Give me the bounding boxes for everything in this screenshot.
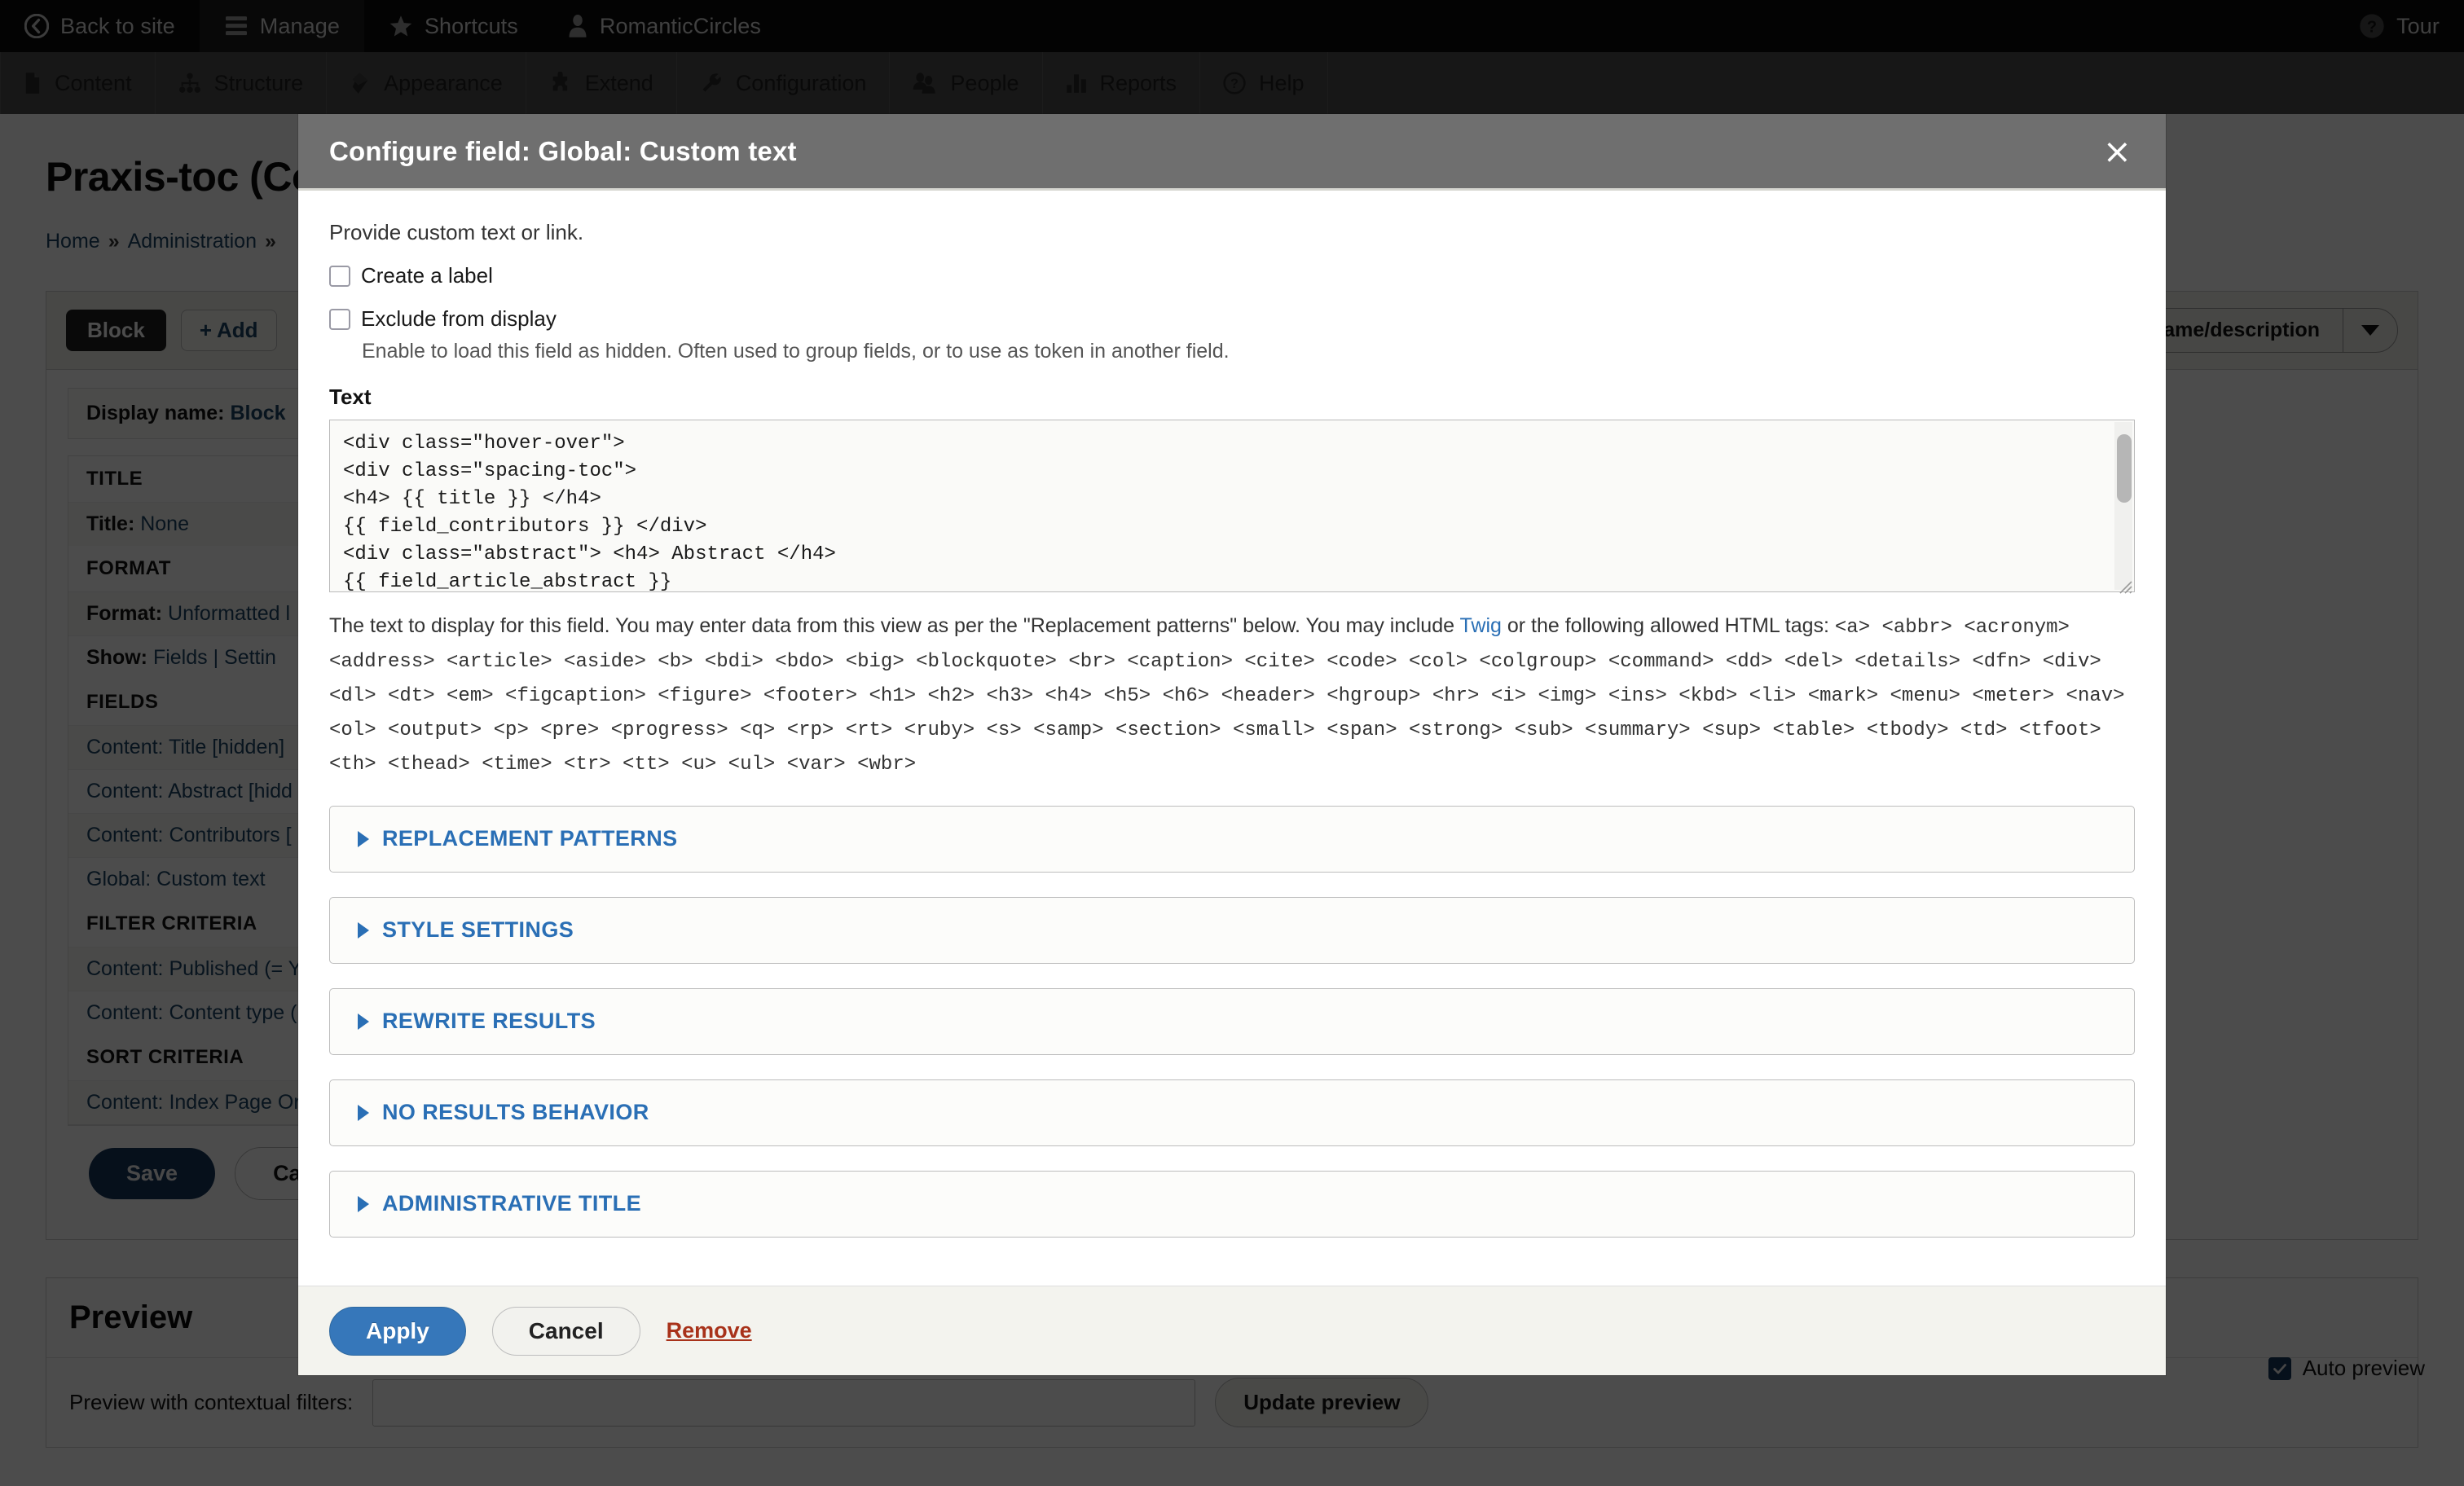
create-label-text: Create a label: [361, 263, 493, 288]
collapsible-replacement-patterns[interactable]: REPLACEMENT PATTERNS: [329, 805, 2135, 873]
text-field-label: Text: [329, 385, 372, 409]
collapsible-no-results-behavior[interactable]: NO RESULTS BEHAVIOR: [329, 1079, 2135, 1146]
exclude-help-text: Enable to load this field as hidden. Oft…: [362, 340, 1230, 363]
resize-grip-icon[interactable]: [2115, 577, 2133, 595]
allowed-tags-help: The text to display for this field. You …: [329, 609, 2135, 781]
create-label-checkbox-row[interactable]: Create a label: [329, 263, 2135, 288]
create-label-checkbox[interactable]: [329, 265, 350, 287]
dialog-body: Provide custom text or link. Create a la…: [298, 191, 2166, 1286]
triangle-right-icon: [358, 830, 369, 847]
collapsible-label: NO RESULTS BEHAVIOR: [382, 1100, 649, 1125]
triangle-right-icon: [358, 921, 369, 939]
collapsible-label: STYLE SETTINGS: [382, 917, 574, 943]
collapsible-label: REPLACEMENT PATTERNS: [382, 826, 678, 851]
triangle-right-icon: [358, 1195, 369, 1212]
help-prefix: The text to display for this field. You …: [329, 614, 1460, 637]
collapsible-administrative-title[interactable]: ADMINISTRATIVE TITLE: [329, 1170, 2135, 1238]
dialog-header: Configure field: Global: Custom text ×: [298, 114, 2166, 191]
collapsible-style-settings[interactable]: STYLE SETTINGS: [329, 896, 2135, 964]
cancel-button[interactable]: Cancel: [491, 1306, 640, 1356]
exclude-label-text: Exclude from display: [361, 306, 557, 331]
dialog-title: Configure field: Global: Custom text: [329, 135, 797, 166]
help-mid: or the following allowed HTML tags:: [1501, 614, 1835, 637]
collapsible-label: REWRITE RESULTS: [382, 1009, 596, 1034]
close-icon[interactable]: ×: [2100, 134, 2135, 169]
collapsible-rewrite-results[interactable]: REWRITE RESULTS: [329, 987, 2135, 1055]
text-area-wrapper: <div class="hover-over"> <div class="spa…: [329, 420, 2135, 596]
custom-text-textarea[interactable]: <div class="hover-over"> <div class="spa…: [329, 420, 2135, 592]
apply-button[interactable]: Apply: [329, 1306, 466, 1356]
exclude-checkbox-row[interactable]: Exclude from display: [329, 306, 2135, 332]
exclude-from-display-checkbox[interactable]: [329, 308, 350, 330]
twig-link[interactable]: Twig: [1460, 614, 1502, 637]
triangle-right-icon: [358, 1013, 369, 1030]
field-description: Provide custom text or link.: [329, 220, 584, 244]
configure-field-dialog: Configure field: Global: Custom text × P…: [298, 114, 2166, 1375]
dialog-footer: Apply Cancel Remove: [298, 1286, 2166, 1375]
remove-link[interactable]: Remove: [667, 1318, 752, 1343]
triangle-right-icon: [358, 1104, 369, 1121]
collapsible-label: ADMINISTRATIVE TITLE: [382, 1191, 641, 1216]
allowed-tags-list: <a> <abbr> <acronym> <address> <article>…: [329, 617, 2125, 776]
textarea-scrollbar-thumb[interactable]: [2117, 434, 2132, 503]
